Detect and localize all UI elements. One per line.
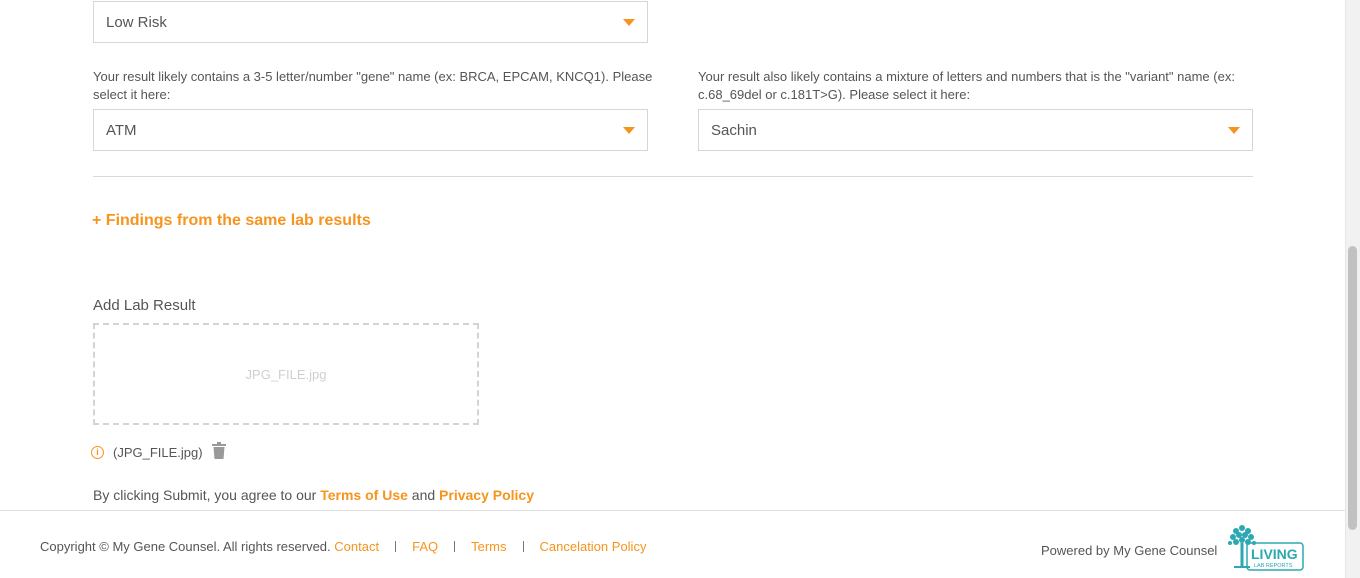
chevron-down-icon: [623, 127, 635, 134]
page-scrollbar[interactable]: [1345, 0, 1360, 578]
agreement-and: and: [411, 487, 436, 503]
variant-label: Your result also likely contains a mixtu…: [698, 69, 1235, 102]
add-findings-link[interactable]: + Findings from the same lab results: [92, 212, 371, 230]
gene-select[interactable]: ATM: [93, 109, 648, 151]
footer-link-contact[interactable]: Contact: [334, 539, 379, 554]
agreement-prefix: By clicking Submit, you agree to our: [93, 487, 317, 503]
footer-separator: [454, 541, 456, 552]
footer-link-cancelation-policy[interactable]: Cancelation Policy: [540, 539, 647, 554]
privacy-policy-link[interactable]: Privacy Policy: [439, 487, 534, 503]
info-icon: i: [91, 445, 104, 459]
gene-label: Your result likely contains a 3-5 letter…: [93, 69, 653, 102]
uploaded-file-name: (JPG_FILE.jpg): [113, 444, 203, 460]
risk-select[interactable]: Low Risk: [93, 1, 648, 43]
footer-left: Copyright © My Gene Counsel. All rights …: [40, 539, 646, 554]
logo-text-lab-reports: LAB REPORTS: [1254, 563, 1293, 569]
living-lab-reports-logo[interactable]: LIVING LAB REPORTS: [1226, 523, 1306, 573]
gene-select-value: ATM: [106, 121, 137, 139]
scrollbar-thumb[interactable]: [1348, 246, 1357, 530]
add-lab-result-title: Add Lab Result: [93, 297, 196, 314]
file-dropzone[interactable]: JPG_FILE.jpg: [93, 323, 479, 425]
copyright-text: Copyright © My Gene Counsel. All rights …: [40, 539, 331, 554]
footer-separator: [395, 541, 397, 552]
terms-of-use-link[interactable]: Terms of Use: [320, 487, 408, 503]
uploaded-file-row: i (JPG_FILE.jpg): [91, 442, 226, 462]
trash-icon[interactable]: [211, 442, 226, 462]
footer-separator: [522, 541, 524, 552]
footer: Copyright © My Gene Counsel. All rights …: [0, 510, 1345, 578]
variant-select[interactable]: Sachin: [698, 109, 1253, 151]
footer-link-faq[interactable]: FAQ: [412, 539, 438, 554]
agreement-text: By clicking Submit, you agree to our Ter…: [93, 487, 534, 503]
risk-select-value: Low Risk: [106, 13, 167, 31]
section-divider: [93, 176, 1253, 177]
chevron-down-icon: [623, 19, 635, 26]
footer-link-terms[interactable]: Terms: [471, 539, 506, 554]
variant-select-value: Sachin: [711, 121, 757, 139]
dropzone-file-text: JPG_FILE.jpg: [245, 366, 327, 382]
logo-text-living: LIVING: [1251, 546, 1298, 562]
powered-by-text: Powered by My Gene Counsel: [1041, 543, 1218, 558]
chevron-down-icon: [1228, 127, 1240, 134]
